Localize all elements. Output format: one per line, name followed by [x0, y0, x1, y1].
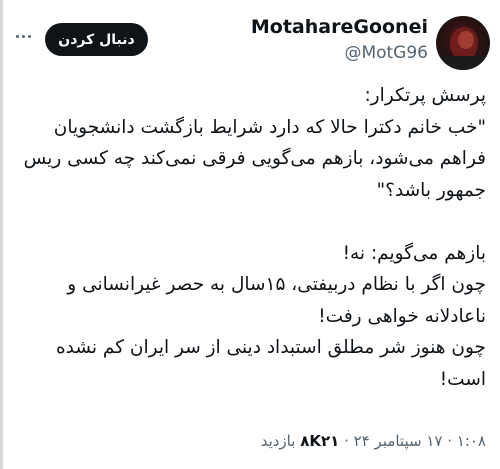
meta-separator: ·: [339, 432, 349, 450]
tweet-line: "خب خانم دکترا حالا که دارد شرایط بازگشت…: [23, 116, 486, 201]
author-names: MotahareGoonei @MotG96: [251, 14, 428, 66]
follow-button[interactable]: دنبال کردن: [45, 23, 148, 56]
tweet-line: چون هنوز شر مطلق استبداد دینی از سر ایرا…: [55, 337, 486, 390]
more-horizontal-icon[interactable]: [14, 27, 34, 47]
views-count: ۸K۲۱: [300, 432, 340, 450]
user-handle[interactable]: @MotG96: [251, 40, 428, 66]
tweet-line: چون اگر با نظام دربیفتی، ۱۵سال به حصر غی…: [67, 274, 486, 327]
tweet-line: بازهم می‌گویم: نه!: [342, 242, 486, 264]
avatar[interactable]: [436, 16, 490, 70]
avatar-image: [436, 27, 490, 70]
scrollbar[interactable]: [0, 0, 3, 469]
display-name[interactable]: MotahareGoonei: [251, 14, 428, 40]
tweet-line: پرسش پرتکرار:: [364, 85, 486, 106]
tweet-text: پرسش پرتکرار: "خب خانم دکترا حالا که دار…: [14, 80, 486, 395]
tweet-meta: ۱:۰۸ · ۱۷ سپتامبر ۲۴ · ۸K۲۱ بازدید: [261, 432, 486, 450]
views-label: بازدید: [260, 432, 296, 450]
timestamp-link[interactable]: ۱:۰۸ · ۱۷ سپتامبر ۲۴: [354, 432, 486, 450]
